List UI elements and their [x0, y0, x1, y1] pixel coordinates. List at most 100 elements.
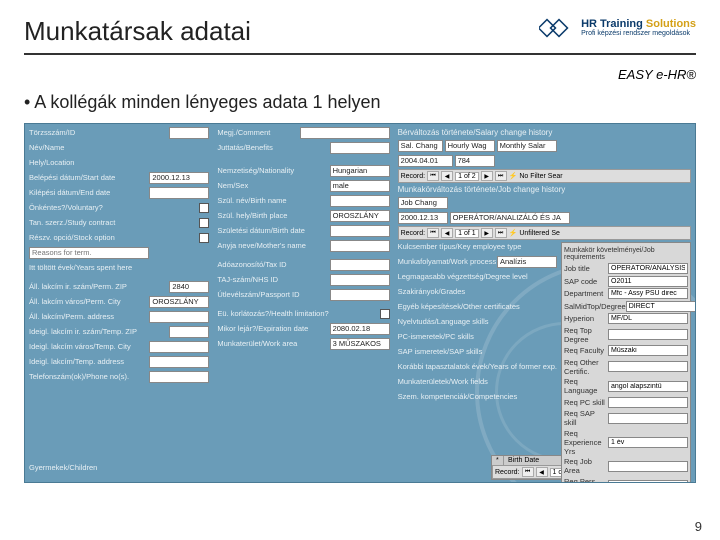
filter-icon[interactable]: ⚡: [509, 172, 518, 180]
inp-expire[interactable]: [330, 323, 390, 335]
nav-last-icon[interactable]: ⏭: [495, 171, 507, 181]
logo: HR Training Solutions Profi képzési rend…: [539, 16, 696, 40]
page-number: 9: [695, 519, 702, 534]
inp-birthplace[interactable]: [330, 210, 390, 222]
inp-tax[interactable]: [330, 259, 390, 271]
inp-benefits[interactable]: [330, 142, 390, 154]
lbl-formerexp: Korábbi tapasztalatok évek/Years of form…: [398, 362, 557, 371]
inp-saldate[interactable]: [398, 155, 453, 167]
inp-birthdate[interactable]: [330, 225, 390, 237]
lbl-vol: Önkéntes?/Voluntary?: [29, 203, 199, 212]
nav-first-icon[interactable]: ⏮: [427, 228, 439, 238]
nav-last-icon[interactable]: ⏭: [495, 228, 507, 238]
inp-phone[interactable]: [149, 371, 209, 383]
lbl-tcity: Ideigl. lakcím város/Temp. City: [29, 342, 149, 351]
page-title: Munkatársak adatai: [24, 16, 251, 47]
inp-start[interactable]: [149, 172, 209, 184]
chk-vol[interactable]: [199, 203, 209, 213]
inp-jobchange[interactable]: [398, 197, 448, 209]
lbl-start: Belépési dátum/Start date: [29, 173, 149, 182]
inp-sex[interactable]: [330, 180, 390, 192]
inp-taj[interactable]: [330, 274, 390, 286]
chk-study[interactable]: [199, 218, 209, 228]
inp-req-fac[interactable]: [608, 345, 688, 356]
inp-jobv[interactable]: [450, 212, 570, 224]
inp-workarea[interactable]: [330, 338, 390, 350]
col-identity: Megj./Comment Juttatás/Benefits Nemzetis…: [213, 124, 393, 483]
lbl-tax: Adóazonosító/Tax ID: [217, 260, 329, 269]
inp-req-hyp[interactable]: [608, 313, 688, 324]
inp-req-lang[interactable]: [608, 381, 688, 392]
inp-req-jobtitle[interactable]: [608, 263, 688, 274]
inp-end[interactable]: [149, 187, 209, 199]
inp-jobdate[interactable]: [398, 212, 448, 224]
inp-req-other[interactable]: [608, 361, 688, 372]
lbl-years: Itt töltött évek/Years spent here: [29, 263, 209, 272]
inp-req-salmid[interactable]: [626, 301, 696, 312]
lbl-stock: Részv. opció/Stock option: [29, 233, 199, 242]
inp-req-exp[interactable]: [608, 437, 688, 448]
lbl-birthdate: Születési dátum/Birth date: [217, 226, 329, 235]
lbl-tzip: Ideigl. lakcím ir. szám/Temp. ZIP: [29, 327, 169, 336]
nav-next-icon[interactable]: ▶: [481, 171, 493, 181]
lbl-workarea: Munkaterület/Work area: [217, 339, 329, 348]
lbl-benefits: Juttatás/Benefits: [217, 143, 329, 152]
lbl-workfields: Munkaterületek/Work fields: [398, 377, 557, 386]
inp-req-top[interactable]: [608, 329, 688, 340]
inp-nat[interactable]: [330, 165, 390, 177]
lbl-comp: Szem. kompetenciák/Competencies: [398, 392, 557, 401]
lbl-health: Eü. korlátozás?/Health limitation?: [217, 309, 379, 318]
inp-req-pers[interactable]: [608, 480, 688, 483]
lbl-workproc: Munkafolyamat/Work process: [398, 257, 497, 266]
inp-birthname[interactable]: [330, 195, 390, 207]
inp-tcity[interactable]: [149, 341, 209, 353]
lbl-phone: Telefonszám(ok)/Phone no(s).: [29, 372, 149, 381]
chk-stock[interactable]: [199, 233, 209, 243]
inp-taddr[interactable]: [149, 356, 209, 368]
inp-salval[interactable]: [455, 155, 495, 167]
lbl-addr: Áll. lakcím/Perm. address: [29, 312, 149, 321]
inp-req-job[interactable]: [608, 461, 688, 472]
inp-monthly[interactable]: [497, 140, 557, 152]
lbl-mother: Anyja neve/Mother's name: [217, 241, 329, 250]
lbl-loc: Hely/Location: [29, 158, 209, 167]
nav-next-icon[interactable]: ▶: [481, 228, 493, 238]
inp-comment[interactable]: [300, 127, 390, 139]
inp-zip[interactable]: [169, 281, 209, 293]
chk-health[interactable]: [380, 309, 390, 319]
inp-id[interactable]: [169, 127, 209, 139]
nav-prev-icon[interactable]: ◀: [441, 228, 453, 238]
inp-workproc[interactable]: [497, 256, 557, 268]
inp-tzip[interactable]: [169, 326, 209, 338]
inp-req-dept[interactable]: [608, 288, 688, 299]
lbl-expire: Mikor lejár?/Expiration date: [217, 324, 329, 333]
nav-prev-icon[interactable]: ◀: [441, 171, 453, 181]
lbl-zip: Áll. lakcím ir. szám/Perm. ZIP: [29, 282, 169, 291]
nav-job: Record: ⏮ ◀ 1 of 1 ▶ ⏭ ⚡ Unfiltered Se: [398, 226, 691, 240]
inp-req-pc[interactable]: [608, 397, 688, 408]
inp-req-sap2[interactable]: [608, 413, 688, 424]
filter-icon[interactable]: ⚡: [509, 229, 518, 237]
salary-hist-title: Bérváltozás története/Salary change hist…: [398, 128, 691, 137]
nav-first-icon[interactable]: ⏮: [427, 171, 439, 181]
lbl-birthplace: Szül. hely/Birth place: [217, 211, 329, 220]
inp-hourly[interactable]: [445, 140, 495, 152]
bullet-text: • A kollégák minden lényeges adata 1 hel…: [24, 92, 696, 113]
lbl-birthname: Szül. név/Birth name: [217, 196, 329, 205]
lbl-lang: Nyelvtudás/Language skills: [398, 317, 557, 326]
inp-salchange[interactable]: [398, 140, 443, 152]
req-panel: Munkakör követelményei/Job requirements …: [561, 242, 691, 483]
lbl-end: Kilépési dátum/End date: [29, 188, 149, 197]
inp-req-sap[interactable]: [608, 276, 688, 287]
lbl-degree: Legmagasabb végzettség/Degree level: [398, 272, 557, 281]
inp-addr[interactable]: [149, 311, 209, 323]
inp-passport[interactable]: [330, 289, 390, 301]
lbl-passport: Útlevélszám/Passport ID: [217, 290, 329, 299]
nav-salary: Record: ⏮ ◀ 1 of 2 ▶ ⏭ ⚡ No Filter Sear: [398, 169, 691, 183]
logo-icon: [539, 16, 575, 40]
lbl-sex: Nem/Sex: [217, 181, 329, 190]
inp-mother[interactable]: [330, 240, 390, 252]
inp-reasons[interactable]: [29, 247, 149, 259]
lbl-comment: Megj./Comment: [217, 128, 299, 137]
inp-city[interactable]: [149, 296, 209, 308]
